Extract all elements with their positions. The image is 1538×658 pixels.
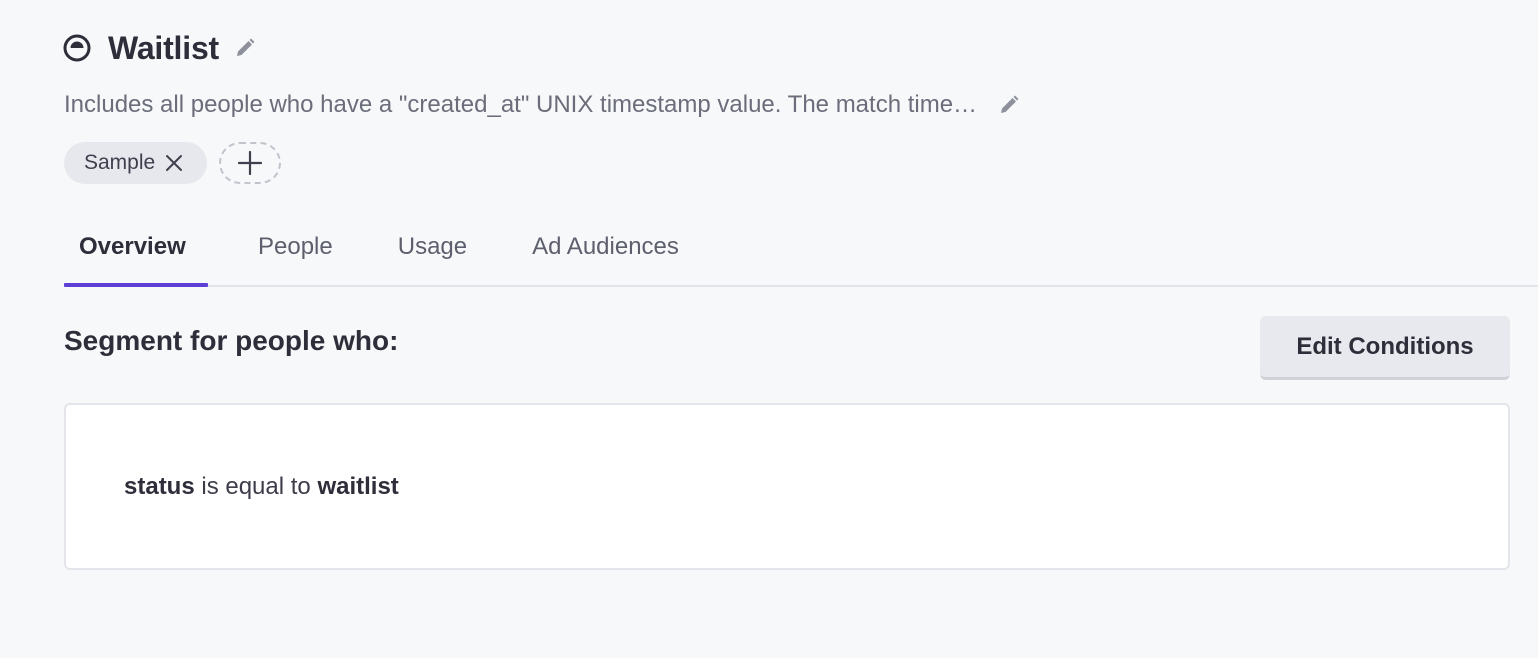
conditions-heading: Segment for people who:	[64, 325, 399, 356]
tags-row: Sample	[64, 142, 282, 184]
edit-conditions-button[interactable]: Edit Conditions	[1260, 316, 1510, 380]
conditions-card: status is equal to waitlist	[64, 403, 1510, 570]
edit-description-pencil-icon[interactable]	[997, 93, 1021, 117]
tab-people[interactable]: People	[258, 215, 333, 285]
edit-title-pencil-icon[interactable]	[233, 36, 257, 60]
tab-usage[interactable]: Usage	[398, 215, 467, 285]
condition-rule: status is equal to waitlist	[124, 473, 399, 501]
close-icon[interactable]	[163, 152, 185, 174]
tag-label: Sample	[84, 151, 156, 174]
description-row: Includes all people who have a "created_…	[64, 90, 1021, 120]
tab-overview[interactable]: Overview	[64, 215, 208, 287]
condition-attribute: status	[124, 473, 195, 500]
condition-operator: is equal to	[201, 473, 311, 500]
segment-icon	[62, 33, 92, 63]
add-tag-button[interactable]	[219, 142, 282, 184]
condition-value: waitlist	[317, 473, 399, 500]
segment-title: Waitlist	[108, 29, 219, 66]
segment-header: Waitlist	[62, 28, 257, 68]
segment-description: Includes all people who have a "created_…	[64, 91, 978, 118]
segment-page: Waitlist Includes all people who have a …	[0, 0, 1538, 658]
tab-ad-audiences[interactable]: Ad Audiences	[532, 215, 679, 285]
plus-icon	[237, 150, 263, 176]
tag-chip: Sample	[64, 142, 208, 184]
segment-tabs: Overview People Usage Ad Audiences	[64, 215, 1538, 287]
